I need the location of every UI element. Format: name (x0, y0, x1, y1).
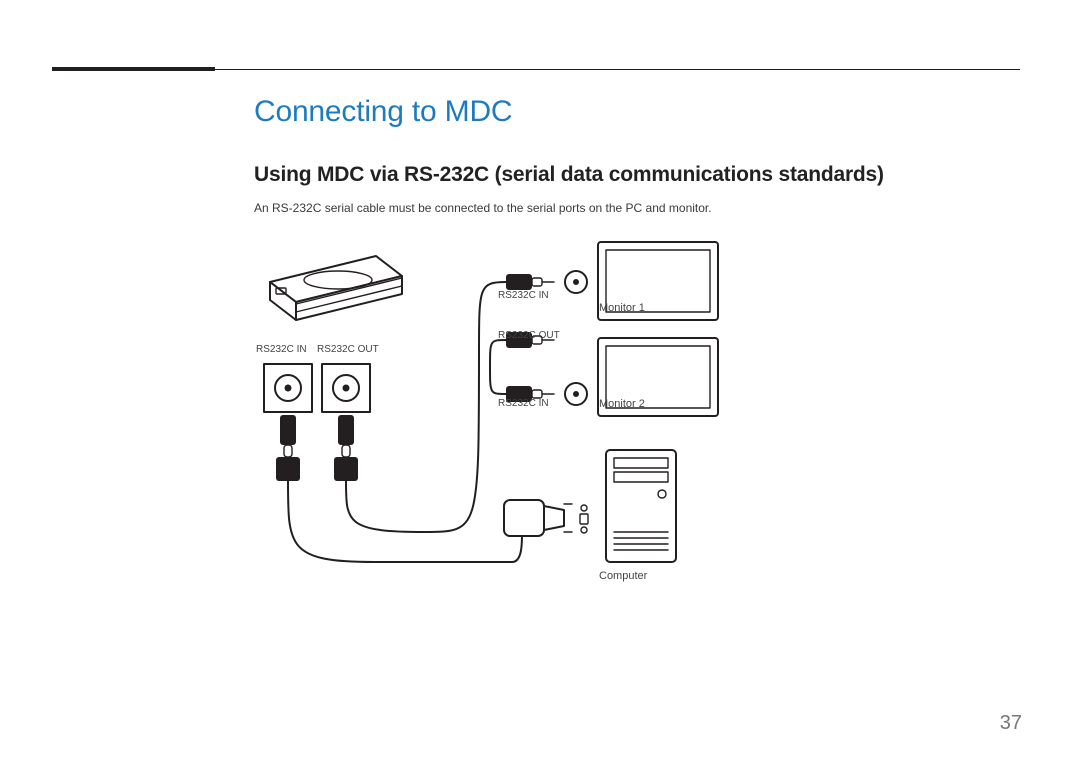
header-tick (52, 67, 215, 71)
box-label-rs232c-in-real: RS232C IN (256, 344, 307, 355)
jack-plug-left-icon (276, 415, 300, 481)
box-label-rs232c-out-real: RS232C OUT (317, 344, 379, 355)
device-box-icon (270, 256, 402, 320)
connection-diagram: .s { fill:none; stroke:#231f20; stroke-w… (254, 232, 774, 592)
db9-connector-icon (504, 500, 588, 536)
port-rs232c-out-icon (322, 364, 370, 412)
jack-plug-right-icon (334, 415, 358, 481)
cable-label-rs232c-out-a: RS232C OUT (498, 330, 560, 341)
section-title: Connecting to MDC (254, 95, 512, 129)
monitor1-label-real: Monitor 1 (599, 302, 645, 314)
monitor2-label-real: Monitor 2 (599, 398, 645, 410)
port-rs232c-in-icon (264, 364, 312, 412)
section-note: An RS-232C serial cable must be connecte… (254, 201, 712, 215)
section-subtitle: Using MDC via RS-232C (serial data commu… (254, 163, 884, 187)
cable-label-rs232c-in-b: RS232C IN (498, 398, 549, 409)
cable-label-rs232c-in-a: RS232C IN (498, 290, 549, 301)
computer-label-real: Computer (599, 570, 647, 582)
computer-tower-icon (606, 450, 676, 562)
page-number: 37 (1000, 712, 1022, 735)
